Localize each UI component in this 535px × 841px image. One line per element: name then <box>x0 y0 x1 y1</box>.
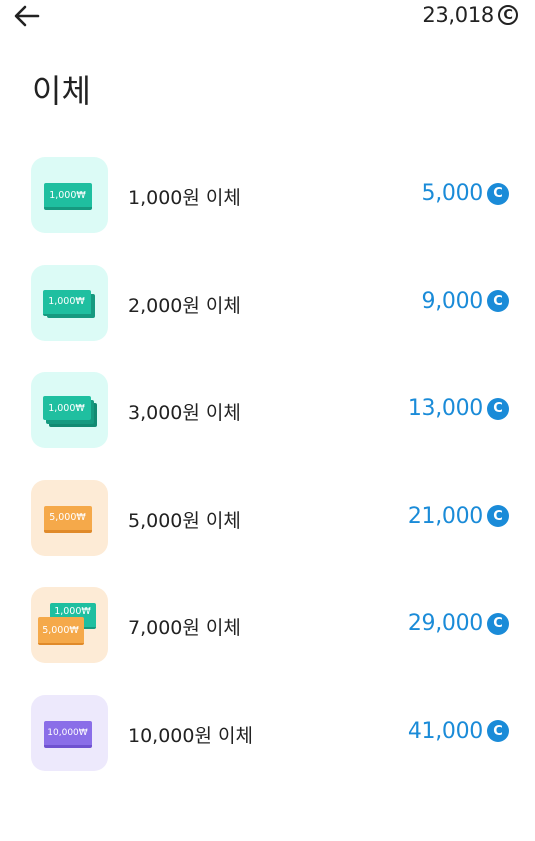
bill-note: 1,000₩ <box>42 396 91 421</box>
page-title: 이체 <box>32 72 91 110</box>
purple-bill-icon: 10,000₩ <box>31 694 108 771</box>
bill-note: 1,000₩ <box>42 289 91 316</box>
price-value: 13,000 <box>407 396 483 422</box>
coin-icon: C <box>487 720 509 743</box>
transfer-option-7000[interactable]: 1,000₩ 5,000₩ 7,000원 이체 29,000 C <box>0 587 535 664</box>
transfer-option-10000[interactable]: 10,000₩ 10,000원 이체 41,000 C <box>0 694 535 771</box>
price: 5,000 C <box>422 181 509 206</box>
transfer-option-2000[interactable]: 1,000₩ 2,000원 이체 9,000 C <box>0 264 535 341</box>
price-value: 41,000 <box>407 718 483 744</box>
double-green-bill-icon: 1,000₩ <box>31 264 108 341</box>
orange-bill-icon: 5,000₩ <box>31 479 108 556</box>
transfer-option-label: 3,000원 이체 <box>128 402 241 425</box>
price: 21,000 C <box>408 504 509 529</box>
transfer-option-label: 5,000원 이체 <box>128 509 241 532</box>
arrow-left-icon <box>14 5 40 27</box>
coin-icon: C <box>487 182 509 205</box>
price: 29,000 C <box>408 611 509 636</box>
price-value: 21,000 <box>407 503 483 529</box>
coin-balance: 23,018 C <box>422 3 518 27</box>
price: 13,000 C <box>408 396 509 421</box>
single-green-bill-icon: 1,000₩ <box>31 157 108 233</box>
bill-note: 5,000₩ <box>37 617 84 646</box>
coin-icon: C <box>487 290 509 313</box>
transfer-option-1000[interactable]: 1,000₩ 1,000원 이체 5,000 C <box>0 157 535 233</box>
balance-value: 23,018 <box>422 3 494 27</box>
back-button[interactable] <box>12 2 42 30</box>
transfer-option-label: 2,000원 이체 <box>128 294 241 317</box>
coin-icon: C <box>498 5 518 25</box>
price: 9,000 C <box>422 289 509 314</box>
coin-icon: C <box>487 612 509 635</box>
transfer-option-label: 1,000원 이체 <box>128 187 241 209</box>
mixed-bills-icon: 1,000₩ 5,000₩ <box>31 587 108 664</box>
price: 41,000 C <box>408 719 509 744</box>
transfer-option-label: 10,000원 이체 <box>128 724 253 747</box>
triple-green-bill-icon: 1,000₩ <box>31 372 108 449</box>
top-bar: 23,018 C <box>0 0 535 34</box>
bill-note: 5,000₩ <box>43 505 92 533</box>
price-value: 9,000 <box>421 288 484 314</box>
transfer-option-5000[interactable]: 5,000₩ 5,000원 이체 21,000 C <box>0 479 535 556</box>
transfer-option-list: 1,000₩ 1,000원 이체 5,000 C 1,000₩ 2,000원 이… <box>0 157 535 803</box>
coin-icon: C <box>487 505 509 528</box>
price-value: 5,000 <box>421 181 484 206</box>
coin-icon: C <box>487 397 509 420</box>
price-value: 29,000 <box>407 611 483 637</box>
transfer-option-3000[interactable]: 1,000₩ 3,000원 이체 13,000 C <box>0 372 535 449</box>
bill-note: 1,000₩ <box>43 183 92 210</box>
bill-note: 10,000₩ <box>43 720 92 748</box>
transfer-option-label: 7,000원 이체 <box>128 617 241 640</box>
